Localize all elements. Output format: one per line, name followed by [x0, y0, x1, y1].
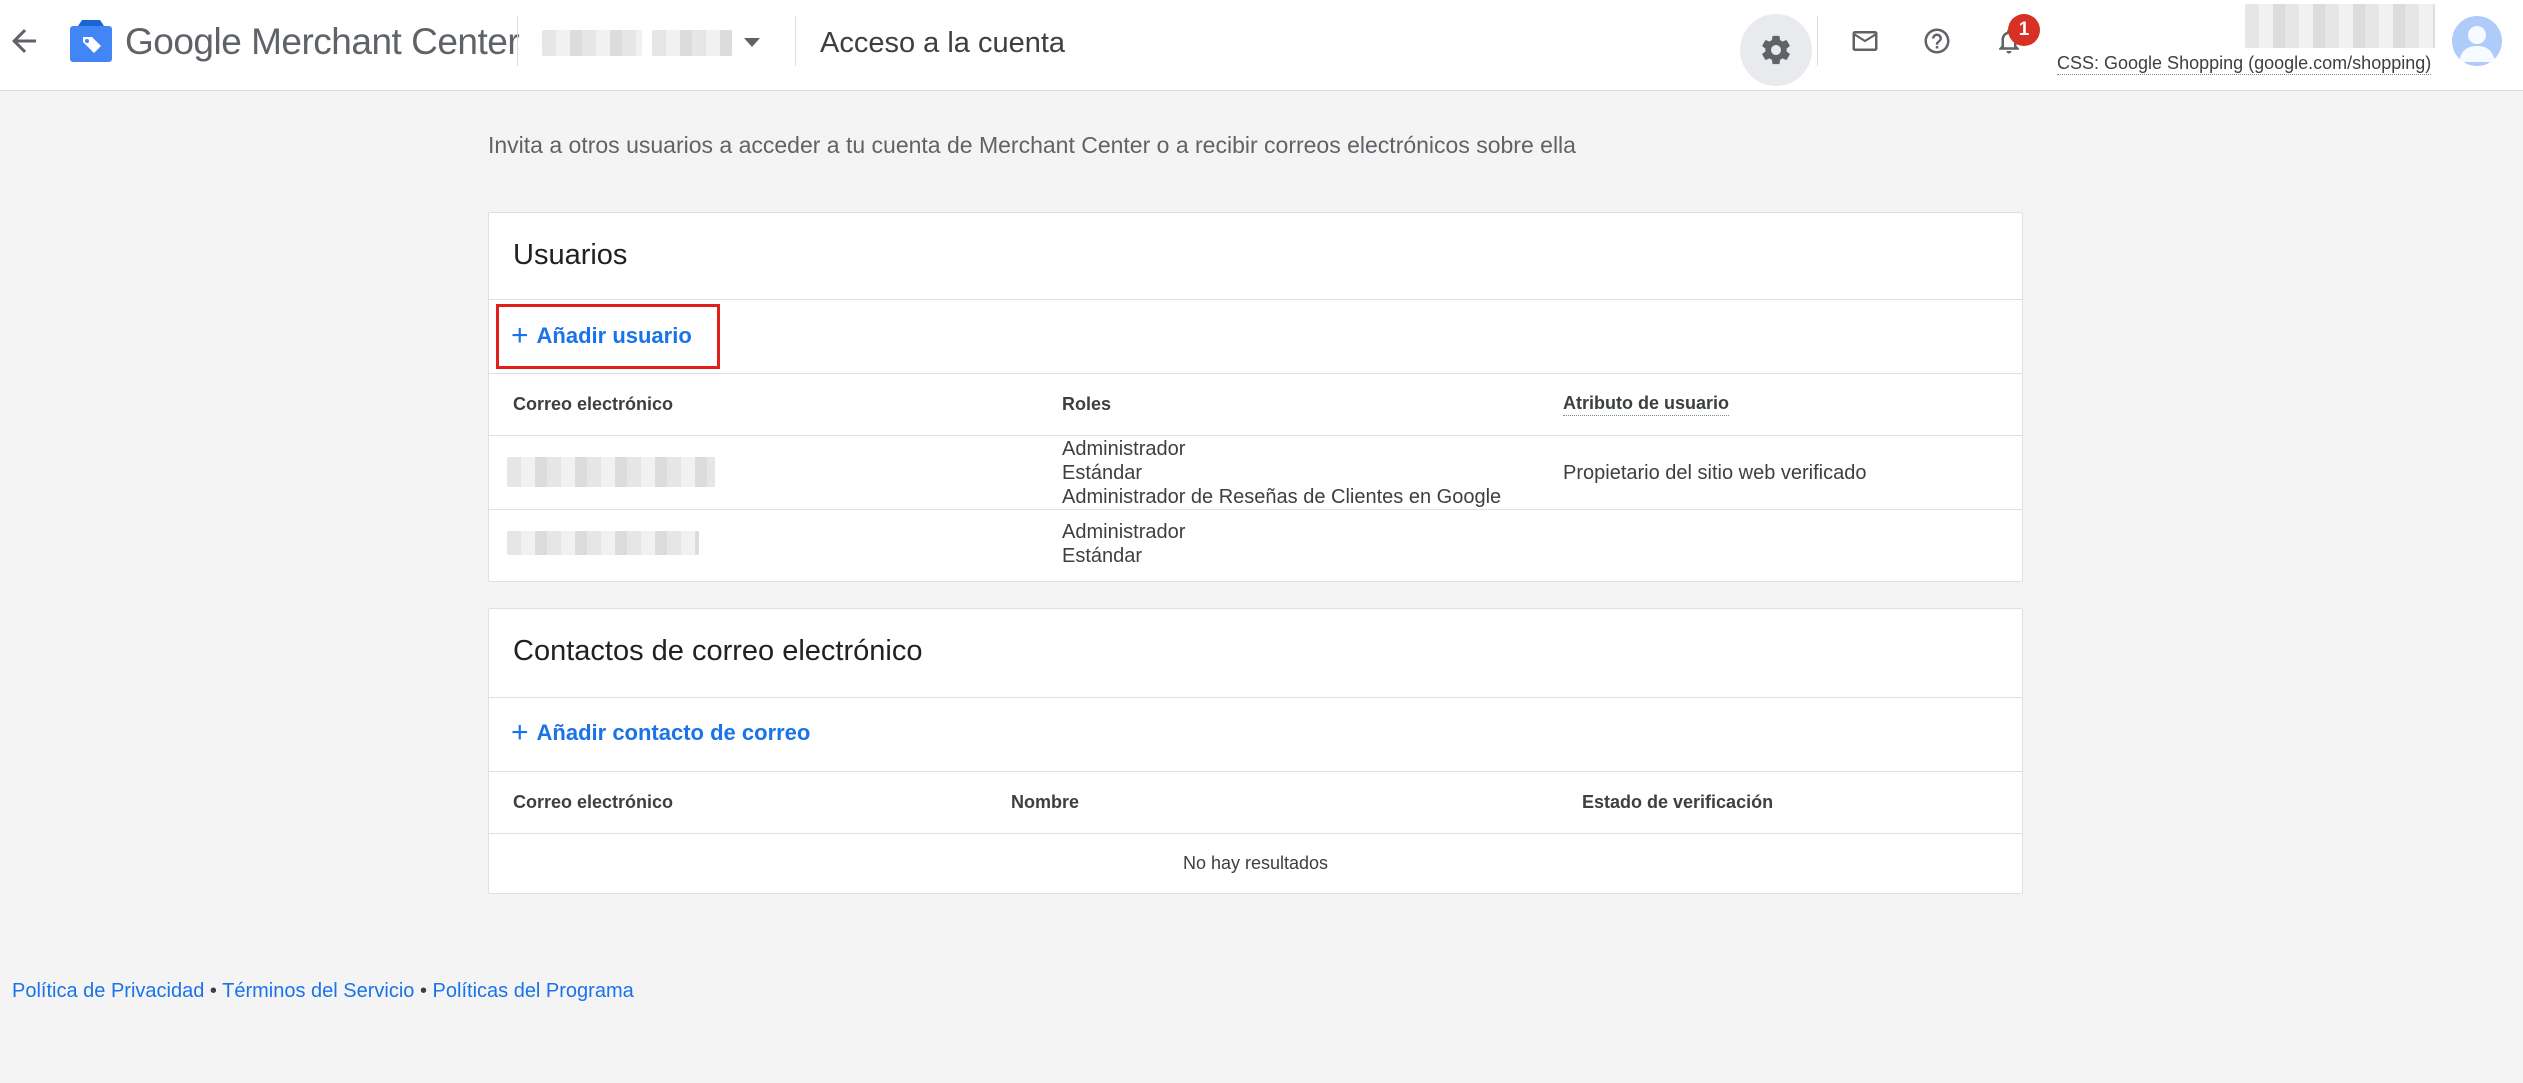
top-app-bar: Google Merchant Center Acceso a la cuent… — [0, 0, 2523, 91]
divider — [489, 771, 2022, 772]
column-header-email: Correo electrónico — [513, 792, 674, 812]
redacted-account-id — [652, 30, 732, 56]
account-switcher[interactable] — [540, 22, 766, 66]
add-email-contact-button[interactable]: + Añadir contacto de correo — [511, 715, 810, 751]
gear-icon — [1762, 35, 1790, 65]
role-text: Administrador — [1062, 438, 1186, 460]
footer-separator: • — [209, 980, 217, 1002]
redacted-user-name — [2245, 4, 2435, 48]
help-icon — [1924, 28, 1950, 54]
divider — [489, 697, 2022, 698]
page-title: Acceso a la cuenta — [820, 27, 1066, 59]
add-email-contact-label: Añadir contacto de correo — [536, 720, 811, 745]
role-text: Administrador de Reseñas de Clientes en … — [1062, 486, 1502, 508]
users-card: Usuarios + Añadir usuario Correo electrón… — [488, 212, 2023, 582]
app-logo-text: Google Merchant Center — [125, 21, 520, 62]
divider — [489, 833, 2022, 834]
divider — [489, 435, 2022, 436]
redacted-account-name — [542, 30, 642, 56]
divider — [489, 299, 2022, 300]
users-card-title: Usuarios — [513, 239, 628, 271]
role-text: Estándar — [1062, 462, 1143, 484]
header-divider — [795, 16, 796, 66]
header-divider — [1817, 16, 1818, 66]
person-icon — [2459, 26, 2495, 62]
highlight-annotation-box — [496, 304, 720, 369]
column-header-roles: Roles — [1062, 394, 1112, 414]
role-text: Administrador — [1062, 521, 1186, 543]
divider — [489, 509, 2022, 510]
role-text: Estándar — [1062, 545, 1143, 567]
settings-button[interactable] — [1740, 14, 1812, 86]
column-header-email: Correo electrónico — [513, 394, 674, 414]
merchant-center-tag-icon — [70, 20, 112, 62]
arrow-back-icon[interactable] — [6, 23, 42, 59]
program-policies-link[interactable]: Políticas del Programa — [433, 980, 634, 1002]
column-header-verification-status: Estado de verificación — [1582, 792, 1774, 812]
page-description: Invita a otros usuarios a acceder a tu c… — [488, 132, 1576, 158]
divider — [489, 373, 2022, 374]
redacted-email — [507, 457, 715, 487]
notification-count-badge: 1 — [2008, 14, 2040, 46]
footer: Política de Privacidad • Términos del Se… — [12, 978, 634, 1004]
css-provider-link[interactable]: CSS: Google Shopping (google.com/shoppin… — [2057, 52, 2432, 75]
mail-icon — [1852, 31, 1878, 51]
email-contacts-card-title: Contactos de correo electrónico — [513, 635, 923, 667]
footer-separator: • — [419, 980, 427, 1002]
chevron-down-icon — [744, 38, 760, 47]
help-button[interactable] — [1910, 14, 1964, 68]
user-attribute-text: Propietario del sitio web verificado — [1563, 462, 1867, 484]
terms-of-service-link[interactable]: Términos del Servicio — [222, 980, 414, 1002]
avatar[interactable] — [2452, 16, 2502, 66]
empty-state-text: No hay resultados — [1182, 853, 1329, 873]
plus-icon: + — [511, 716, 529, 749]
privacy-policy-link[interactable]: Política de Privacidad — [12, 980, 204, 1002]
email-contacts-card: Contactos de correo electrónico + Añadir … — [488, 608, 2023, 894]
column-header-name: Nombre — [1011, 792, 1080, 812]
column-header-user-attribute[interactable]: Atributo de usuario — [1563, 391, 1729, 416]
mail-button[interactable] — [1838, 14, 1892, 68]
header-divider — [517, 16, 518, 66]
redacted-email — [507, 531, 699, 555]
